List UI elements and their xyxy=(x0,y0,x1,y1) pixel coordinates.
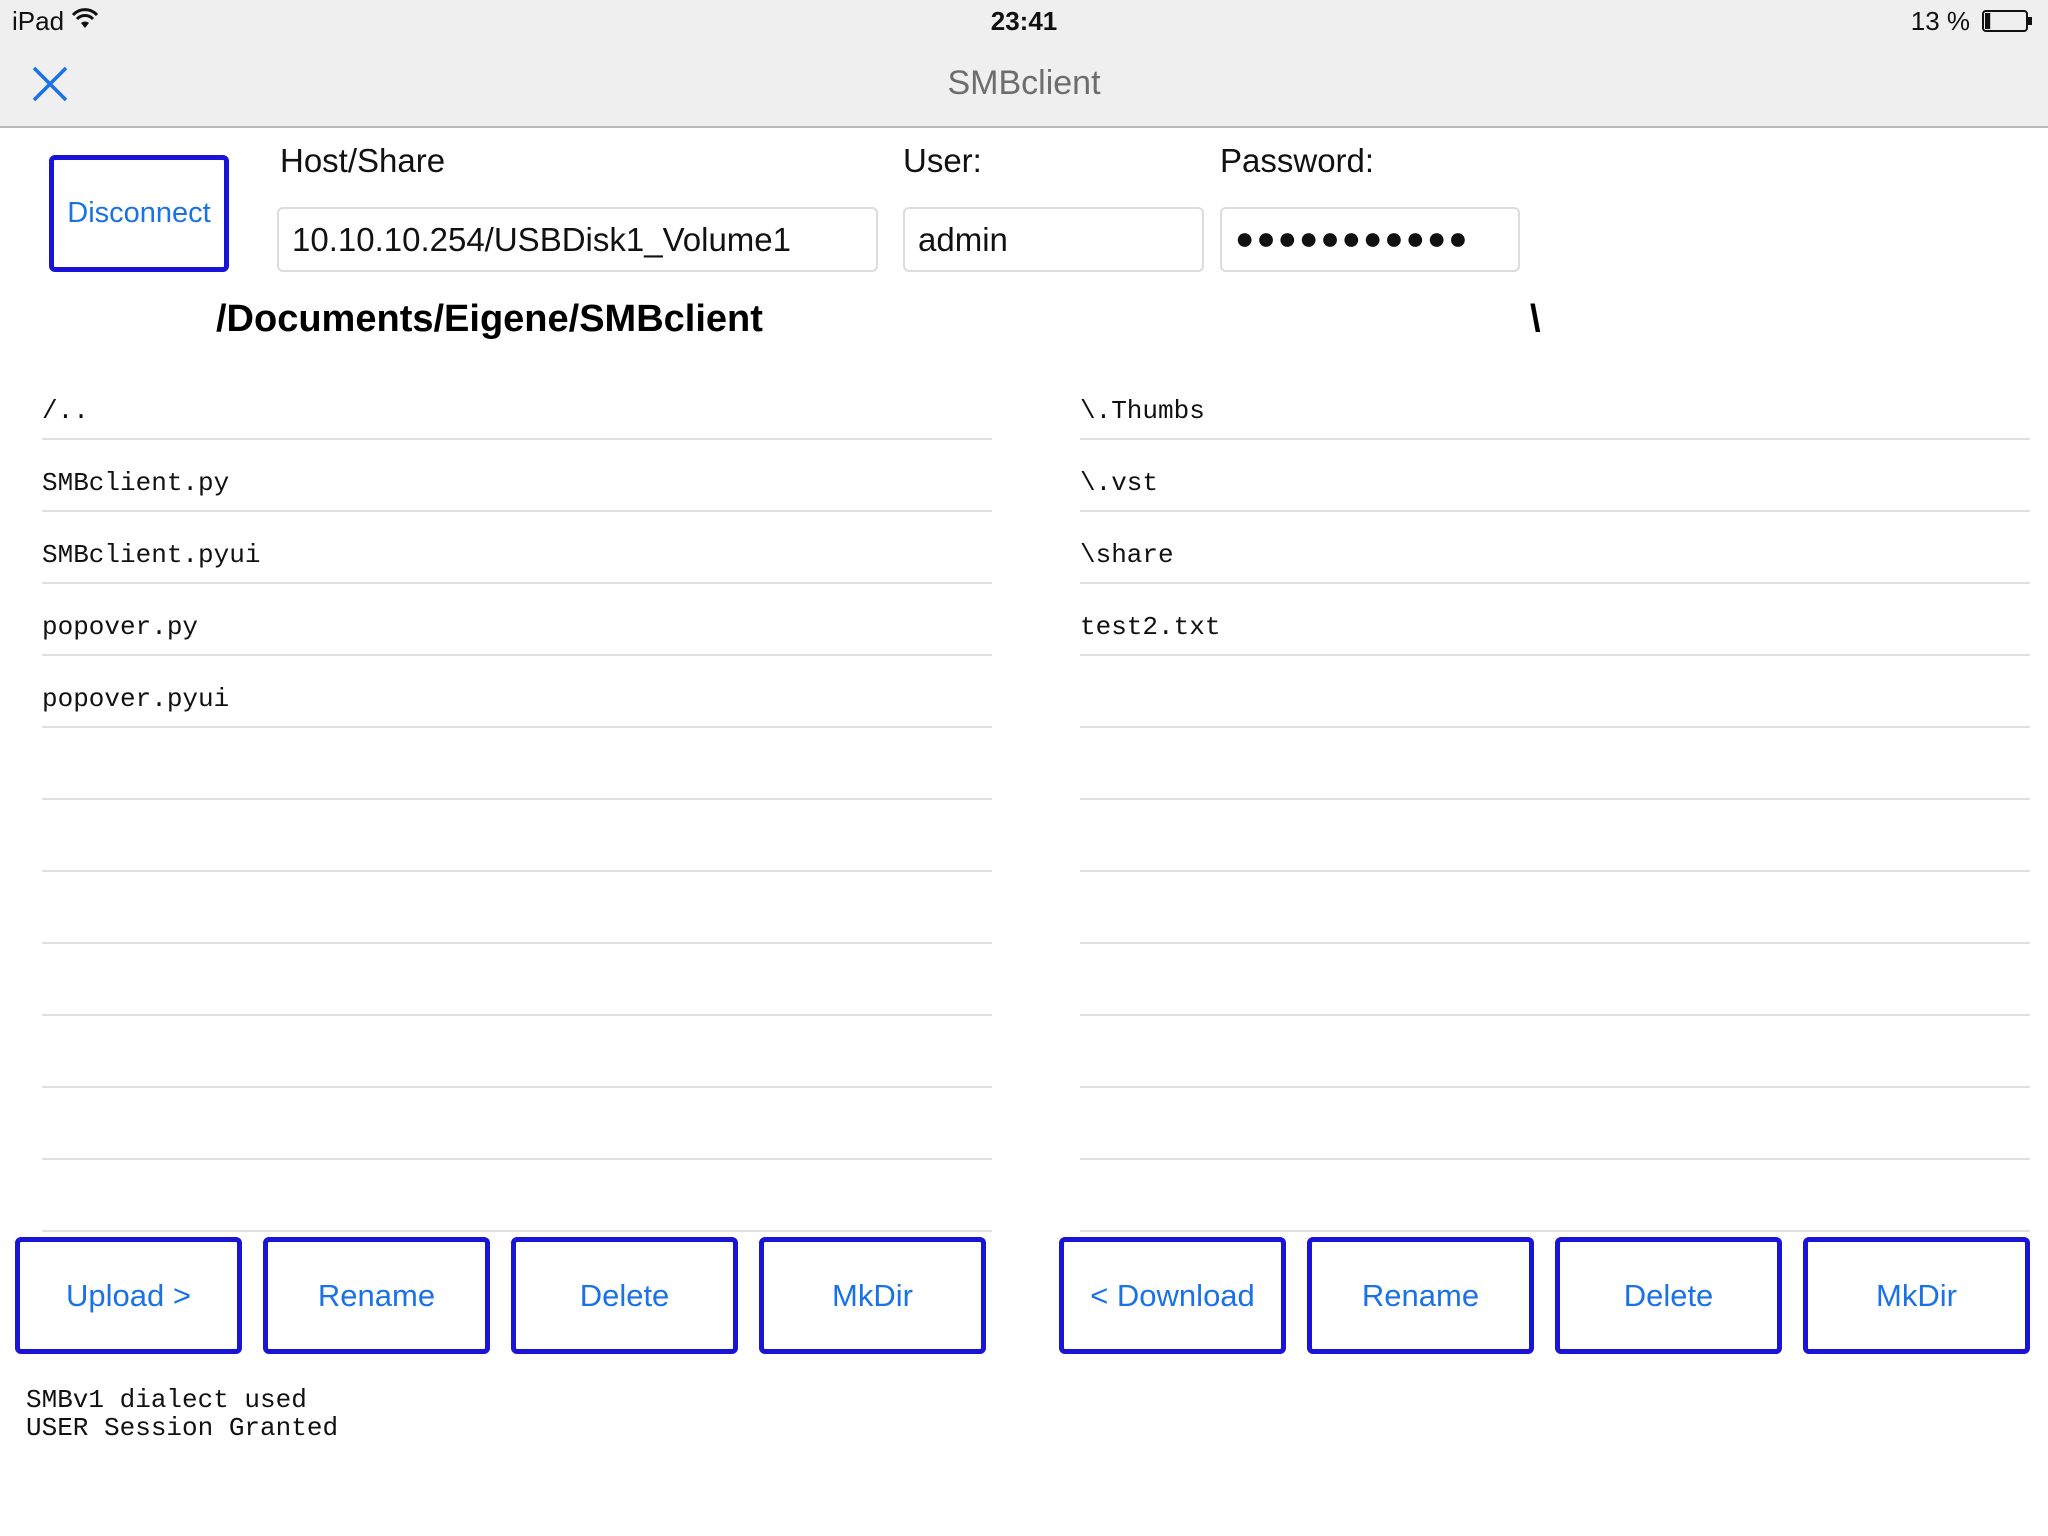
download-button[interactable]: < Download xyxy=(1059,1237,1286,1354)
remote-file-row[interactable] xyxy=(1080,800,2030,872)
local-file-row[interactable] xyxy=(42,1016,992,1088)
host-share-field[interactable]: 10.10.10.254/USBDisk1_Volume1 xyxy=(277,207,878,272)
log-output: SMBv1 dialect used USER Session Granted xyxy=(26,1385,339,1443)
local-rename-button[interactable]: Rename xyxy=(263,1237,490,1354)
remote-file-row[interactable] xyxy=(1080,656,2030,728)
disconnect-button[interactable]: Disconnect xyxy=(49,155,229,272)
local-file-row[interactable]: popover.pyui xyxy=(42,656,992,728)
local-file-row[interactable] xyxy=(42,728,992,800)
local-file-row[interactable]: SMBclient.py xyxy=(42,440,992,512)
remote-file-row[interactable]: \share xyxy=(1080,512,2030,584)
nav-title: SMBclient xyxy=(947,64,1101,102)
battery-icon xyxy=(1982,10,2032,32)
password-field[interactable]: ●●●●●●●●●●● xyxy=(1220,207,1520,272)
local-file-row[interactable] xyxy=(42,1088,992,1160)
local-file-row[interactable] xyxy=(42,872,992,944)
status-bar: iPad 23:41 13 % xyxy=(0,0,2048,40)
remote-file-row[interactable] xyxy=(1080,1088,2030,1160)
remote-delete-button[interactable]: Delete xyxy=(1555,1237,1782,1354)
clock: 23:41 xyxy=(990,6,1058,36)
local-delete-button[interactable]: Delete xyxy=(511,1237,738,1354)
local-file-row[interactable] xyxy=(42,800,992,872)
remote-rename-button[interactable]: Rename xyxy=(1307,1237,1534,1354)
remote-file-row[interactable] xyxy=(1080,728,2030,800)
user-label: User: xyxy=(903,142,982,179)
nav-bar: SMBclient xyxy=(0,40,2048,128)
remote-file-row[interactable] xyxy=(1080,872,2030,944)
upload-button[interactable]: Upload > xyxy=(15,1237,242,1354)
local-mkdir-button[interactable]: MkDir xyxy=(759,1237,986,1354)
local-file-list: /.. SMBclient.py SMBclient.pyui popover.py p… xyxy=(42,368,992,1232)
remote-file-row[interactable] xyxy=(1080,1016,2030,1088)
password-label: Password: xyxy=(1220,142,1375,179)
local-file-row[interactable]: popover.py xyxy=(42,584,992,656)
remote-path: \ xyxy=(1530,298,1541,340)
local-file-row[interactable]: SMBclient.pyui xyxy=(42,512,992,584)
local-path: /Documents/Eigene/SMBclient xyxy=(216,298,763,340)
local-file-row[interactable] xyxy=(42,944,992,1016)
local-file-row[interactable] xyxy=(42,1160,992,1232)
remote-file-row[interactable]: \.Thumbs xyxy=(1080,368,2030,440)
remote-mkdir-button[interactable]: MkDir xyxy=(1803,1237,2030,1354)
local-file-row[interactable]: /.. xyxy=(42,368,992,440)
remote-file-row[interactable] xyxy=(1080,944,2030,1016)
remote-file-row[interactable] xyxy=(1080,1160,2030,1232)
remote-file-list: \.Thumbs \.vst \share test2.txt xyxy=(1080,368,2030,1232)
battery-percent: 13 % xyxy=(1910,6,1970,36)
remote-file-row[interactable]: test2.txt xyxy=(1080,584,2030,656)
user-field[interactable]: admin xyxy=(903,207,1204,272)
host-share-label: Host/Share xyxy=(280,142,446,179)
remote-file-row[interactable]: \.vst xyxy=(1080,440,2030,512)
